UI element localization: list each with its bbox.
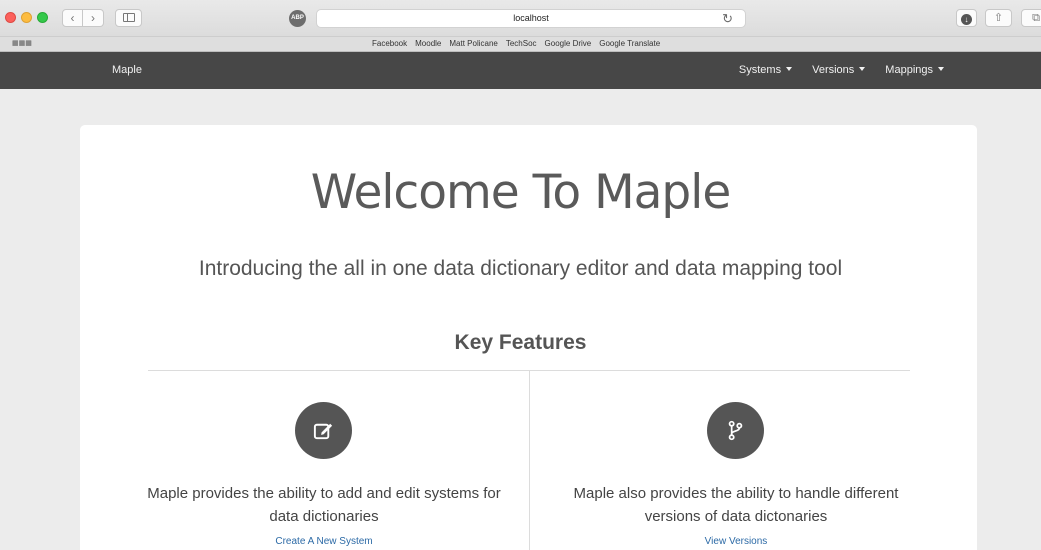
tagline: Introducing the all in one data dictiona… <box>198 257 843 280</box>
nav-menu: Systems Versions Mappings <box>739 64 944 76</box>
adblock-plus-icon[interactable]: ABP <box>289 10 306 27</box>
feature-icon-circle <box>295 402 352 459</box>
favorite-link[interactable]: Matt Policane <box>449 39 497 48</box>
create-system-link[interactable]: Create A New System <box>174 536 474 547</box>
nav-versions-label: Versions <box>812 64 855 76</box>
share-button[interactable]: ⇧ <box>985 9 1012 27</box>
nav-versions-dropdown[interactable]: Versions <box>812 64 866 76</box>
favorite-link[interactable]: Google Translate <box>599 39 660 48</box>
favorites-links: Facebook Moodle Matt Policane TechSoc Go… <box>372 39 660 48</box>
share-icon: ⇧ <box>993 12 1004 24</box>
zoom-window-button[interactable] <box>37 12 48 23</box>
browser-toolbar: ‹ › ABP localhost ↻ ↓ ⇧ ⧉ <box>0 0 1041 36</box>
feature-icon-circle <box>707 402 764 459</box>
caret-down-icon <box>786 67 793 71</box>
address-bar[interactable]: localhost ↻ <box>316 9 746 28</box>
feature-description: Maple provides the ability to add and ed… <box>147 485 501 525</box>
caret-down-icon <box>938 67 944 71</box>
chevron-right-icon: › <box>91 11 95 25</box>
show-tabs-button[interactable]: ⧉ <box>1021 9 1041 27</box>
tabs-icon: ⧉ <box>1032 12 1040 24</box>
feature-description: Maple also provides the ability to handl… <box>573 485 899 525</box>
nav-systems-dropdown[interactable]: Systems <box>738 64 793 76</box>
nav-mappings-dropdown[interactable]: Mappings <box>885 64 944 76</box>
nav-mappings-label: Mappings <box>885 64 933 76</box>
favorite-link[interactable]: Moodle <box>415 39 441 48</box>
sidebar-icon <box>122 13 135 22</box>
favorite-link[interactable]: TechSoc <box>506 39 537 48</box>
sidebar-toggle-button[interactable] <box>115 9 142 27</box>
grid-icon[interactable]: ▦▦▦ <box>12 40 32 48</box>
page-title: Welcome To Maple <box>310 165 732 220</box>
branch-icon <box>728 420 743 441</box>
download-icon: ↓ <box>961 14 972 25</box>
url-text: localhost <box>513 13 549 23</box>
back-button[interactable]: ‹ <box>62 9 83 27</box>
key-features-heading: Key Features <box>454 331 587 354</box>
downloads-button[interactable]: ↓ <box>956 9 977 27</box>
view-versions-link[interactable]: View Versions <box>586 536 886 547</box>
chevron-left-icon: ‹ <box>70 11 75 25</box>
forward-button[interactable]: › <box>83 9 104 27</box>
caret-down-icon <box>859 67 866 71</box>
favorite-link[interactable]: Google Drive <box>545 39 592 48</box>
favorite-link[interactable]: Facebook <box>372 39 407 48</box>
close-window-button[interactable] <box>5 12 16 23</box>
reload-icon[interactable]: ↻ <box>722 11 733 27</box>
app-navbar: Maple Systems Versions Mappings <box>0 52 1041 89</box>
minimize-window-button[interactable] <box>21 12 32 23</box>
nav-systems-label: Systems <box>738 64 782 76</box>
brand-link[interactable]: Maple <box>112 64 142 76</box>
column-divider <box>529 371 530 550</box>
edit-icon <box>313 423 333 440</box>
favorites-bar: ▦▦▦ Facebook Moodle Matt Policane TechSo… <box>0 36 1041 52</box>
